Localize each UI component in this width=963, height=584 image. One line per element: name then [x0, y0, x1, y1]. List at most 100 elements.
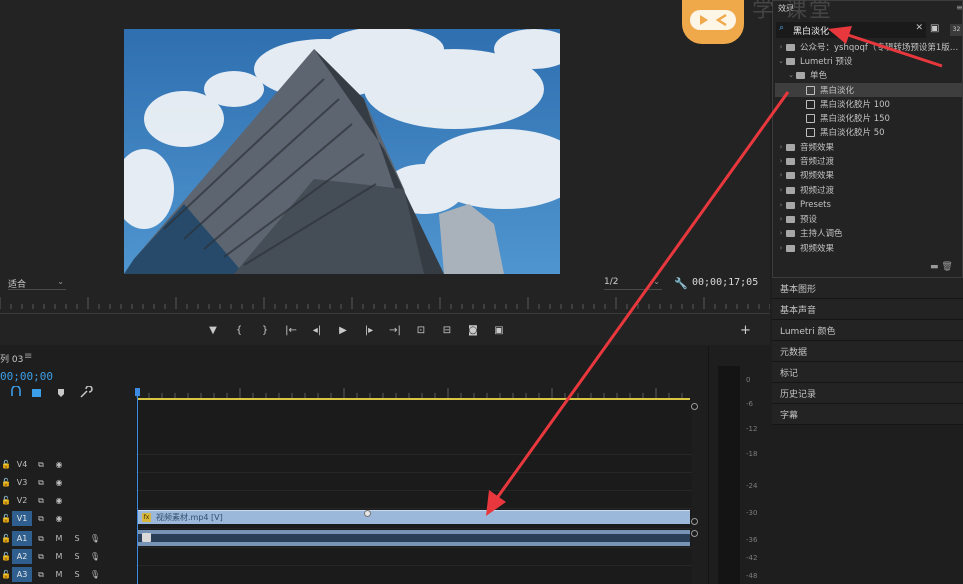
lock-icon[interactable]: 🔓 [0, 552, 12, 561]
wrench-icon[interactable] [80, 386, 93, 398]
effects-tree-item[interactable]: › 视频过渡 [776, 183, 834, 197]
add-marker-button[interactable]: ▼ [200, 322, 226, 338]
effects-tree-item[interactable]: › 视频效果 [776, 241, 834, 255]
panel-lumetri-color[interactable]: Lumetri 颜色 [772, 320, 963, 341]
microphone-icon[interactable]: 🎙 [86, 552, 104, 561]
chevron-down-icon[interactable]: ⌄ [776, 57, 786, 65]
monitor-time-ruler[interactable] [0, 297, 770, 309]
sync-icon[interactable]: ⧉ [32, 496, 50, 506]
extract-button[interactable]: ⊟ [434, 322, 460, 338]
track-name[interactable]: V4 [12, 457, 32, 472]
add-button[interactable]: + [740, 323, 751, 338]
panel-captions[interactable]: 字幕 [772, 404, 963, 425]
effects-tree-item[interactable]: › 视频效果 [776, 168, 834, 182]
chevron-right-icon[interactable]: › [776, 201, 786, 209]
solo-toggle[interactable]: S [68, 552, 86, 561]
compare-button[interactable]: ▣ [486, 322, 512, 338]
track-name[interactable]: V3 [12, 475, 32, 490]
lock-icon[interactable]: 🔓 [0, 534, 12, 543]
sync-icon[interactable]: ⧉ [32, 514, 50, 524]
eye-icon[interactable]: ◉ [50, 478, 68, 487]
scroll-knob[interactable] [691, 530, 698, 537]
effects-tree-item-selected[interactable]: 黑白淡化 [806, 83, 854, 97]
playhead-handle[interactable] [135, 388, 140, 396]
effects-tree-item[interactable]: › Presets [776, 198, 831, 212]
sync-icon[interactable]: ⧉ [32, 570, 50, 580]
panel-menu-icon[interactable]: ≡ [24, 351, 32, 362]
panel-essential-sound[interactable]: 基本声音 [772, 299, 963, 320]
marker-icon[interactable] [58, 389, 64, 397]
chevron-right-icon[interactable]: › [776, 171, 786, 179]
panel-metadata[interactable]: 元数据 [772, 341, 963, 362]
fit-dropdown[interactable]: 适合 ⌄ [8, 277, 66, 290]
chevron-right-icon[interactable]: › [776, 215, 786, 223]
track-name[interactable]: V2 [12, 493, 32, 508]
mark-out-button[interactable]: } [252, 322, 278, 338]
accelerated-effects-icon[interactable]: ▣ [930, 23, 939, 34]
chevron-down-icon[interactable]: ⌄ [786, 71, 796, 79]
panel-history[interactable]: 历史记录 [772, 383, 963, 404]
effects-tree-item[interactable]: ⌄ Lumetri 预设 [776, 54, 852, 68]
microphone-icon[interactable]: 🎙 [86, 534, 104, 543]
mute-toggle[interactable]: M [50, 534, 68, 543]
lock-icon[interactable]: 🔓 [0, 496, 12, 505]
track-name[interactable]: A2 [12, 549, 32, 564]
new-bin-icon[interactable]: ▬ 🗑 [930, 262, 953, 272]
panel-markers[interactable]: 标记 [772, 362, 963, 383]
step-forward-button[interactable]: |▸ [356, 322, 382, 338]
wrench-icon[interactable]: 🔧 [674, 277, 688, 290]
solo-toggle[interactable]: S [68, 534, 86, 543]
scroll-knob[interactable] [691, 518, 698, 525]
lift-button[interactable]: ⊡ [408, 322, 434, 338]
go-to-in-button[interactable]: |← [278, 322, 304, 338]
play-button[interactable]: ▶ [330, 322, 356, 338]
track-name[interactable]: A1 [12, 531, 32, 546]
microphone-icon[interactable]: 🎙 [86, 570, 104, 579]
32-bit-filter-badge[interactable]: 32 [950, 24, 963, 36]
go-to-out-button[interactable]: →| [382, 322, 408, 338]
sync-icon[interactable]: ⧉ [32, 460, 50, 470]
snap-icon[interactable] [11, 386, 21, 396]
effects-search-input[interactable]: ⌕ 黑白淡化 ✕ [776, 22, 926, 38]
step-back-button[interactable]: ◂| [304, 322, 330, 338]
lock-icon[interactable]: 🔓 [0, 514, 12, 523]
effects-tree-item[interactable]: ⌄ 单色 [786, 68, 827, 82]
lock-icon[interactable]: 🔓 [0, 570, 12, 579]
lock-icon[interactable]: 🔓 [0, 460, 12, 469]
effects-tree-item[interactable]: › 音频效果 [776, 140, 834, 154]
chevron-right-icon[interactable]: › [776, 229, 786, 237]
timeline-time-ruler[interactable] [136, 388, 692, 398]
playhead-line[interactable] [137, 390, 138, 584]
mute-toggle[interactable]: M [50, 570, 68, 579]
tracks-area[interactable] [136, 400, 692, 584]
effects-tree-item[interactable]: › 公众号：yshqoqf（专辑转场预设第1版… [776, 40, 959, 54]
mark-in-button[interactable]: { [226, 322, 252, 338]
panel-menu-icon[interactable]: ≡ [956, 3, 963, 12]
scroll-knob[interactable] [691, 403, 698, 410]
effects-tree-item[interactable]: › 主持人调色 [776, 226, 843, 240]
chevron-right-icon[interactable]: › [776, 244, 786, 252]
track-name[interactable]: A3 [12, 567, 32, 582]
sync-icon[interactable]: ⧉ [32, 552, 50, 562]
camera-icon[interactable]: ◙ [460, 322, 486, 338]
sync-icon[interactable]: ⧉ [32, 534, 50, 544]
effects-tree-item[interactable]: 黑白淡化胶片 50 [806, 125, 885, 139]
effects-tree-item[interactable]: › 音频过渡 [776, 154, 834, 168]
chevron-right-icon[interactable]: › [776, 143, 786, 151]
eye-icon[interactable]: ◉ [50, 496, 68, 505]
audio-clip[interactable] [138, 530, 690, 546]
chevron-right-icon[interactable]: › [776, 186, 786, 194]
linked-selection-icon[interactable] [32, 389, 41, 397]
solo-toggle[interactable]: S [68, 570, 86, 579]
eye-icon[interactable]: ◉ [50, 460, 68, 469]
monitor-timecode[interactable]: 00;00;17;05 [692, 277, 758, 288]
effects-tree-item[interactable]: › 预设 [776, 212, 817, 226]
panel-essential-graphics[interactable]: 基本图形 [772, 278, 963, 299]
effects-tree-item[interactable]: 黑白淡化胶片 150 [806, 111, 890, 125]
video-preview-frame[interactable] [124, 29, 560, 274]
video-clip[interactable]: fx 视频素材.mp4 [V] [138, 510, 690, 524]
sync-icon[interactable]: ⧉ [32, 478, 50, 488]
track-name[interactable]: V1 [12, 511, 32, 526]
mute-toggle[interactable]: M [50, 552, 68, 561]
chevron-right-icon[interactable]: › [776, 157, 786, 165]
